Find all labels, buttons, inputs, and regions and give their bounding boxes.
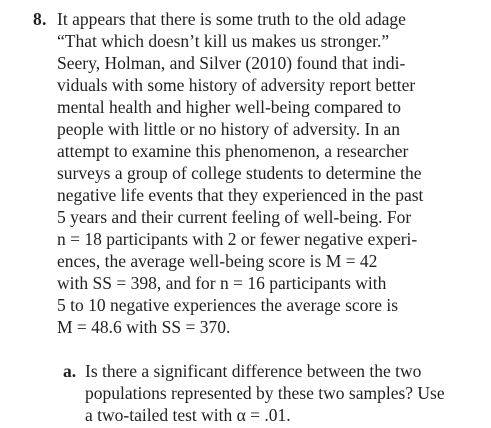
subquestion-label: a.: [63, 361, 77, 381]
problem-line: 5 to 10 negative experiences the average…: [57, 295, 399, 315]
problem-line: ences, the average well-being score is M…: [57, 251, 378, 271]
problem-line: attempt to examine this phenomenon, a re…: [57, 141, 409, 161]
problem-number: 8.: [33, 9, 47, 29]
subquestion-line: a two-tailed test with α = .01.: [85, 405, 291, 425]
problem-line: with SS = 398, and for n = 16 participan…: [57, 273, 387, 293]
problem-text: It appears that there is some truth to t…: [57, 8, 487, 338]
problem-line: n = 18 participants with 2 or fewer nega…: [57, 229, 418, 249]
subquestion-line: populations represented by these two sam…: [85, 383, 445, 403]
subquestion-text: Is there a significant difference betwee…: [85, 360, 445, 426]
problem-line: 5 years and their current feeling of wel…: [57, 207, 412, 227]
problem-line: M = 48.6 with SS = 370.: [57, 317, 231, 337]
subquestion-line: Is there a significant difference betwee…: [85, 361, 422, 381]
problem-line: It appears that there is some truth to t…: [57, 9, 406, 29]
problem-line: “That which doesn’t kill us makes us str…: [57, 31, 390, 51]
problem-line: viduals with some history of adversity r…: [57, 75, 416, 95]
problem-line: people with little or no history of adve…: [57, 119, 400, 139]
problem-line: surveys a group of college students to d…: [57, 163, 422, 183]
problem-line: negative life events that they experienc…: [57, 185, 424, 205]
problem-8: 8. It appears that there is some truth t…: [0, 0, 491, 428]
problem-line: Seery, Holman, and Silver (2010) found t…: [57, 53, 406, 73]
problem-line: mental health and higher well-being comp…: [57, 97, 402, 117]
